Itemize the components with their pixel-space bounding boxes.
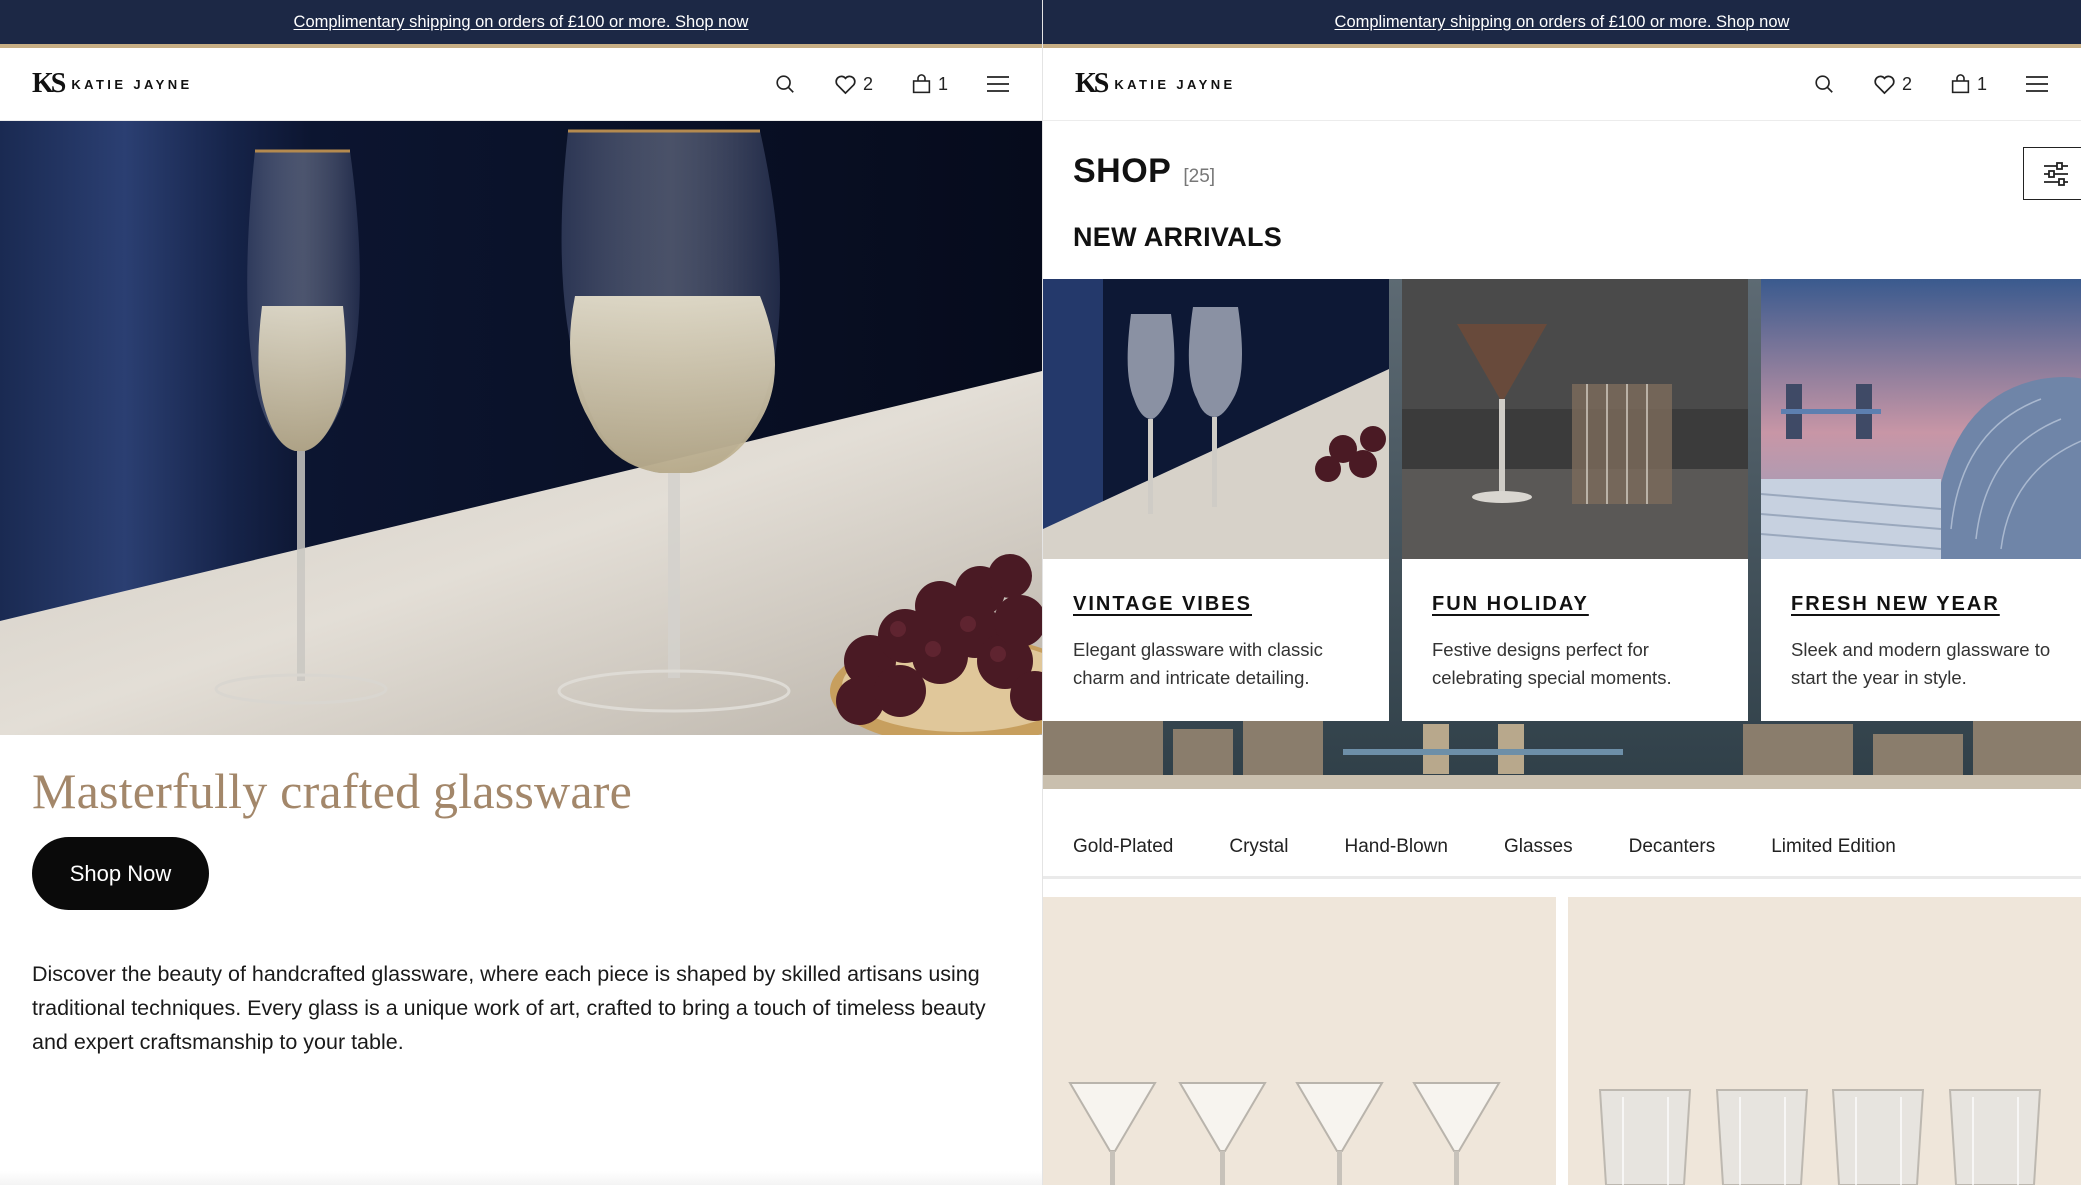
right-screen: Complimentary shipping on orders of £100… xyxy=(1043,0,2081,1185)
hero-image xyxy=(0,121,1042,735)
card-description: Elegant glassware with classic charm and… xyxy=(1073,639,1323,688)
logo-text: KATIE JAYNE xyxy=(1114,76,1236,92)
product-image xyxy=(1568,897,2081,1185)
new-arrivals-carousel[interactable]: VINTAGE VIBES Elegant glassware with cla… xyxy=(1043,279,2081,789)
shop-now-button[interactable]: Shop Now xyxy=(32,837,209,910)
heart-icon xyxy=(1874,75,1895,94)
menu-button[interactable] xyxy=(986,74,1010,94)
cart-button[interactable]: 1 xyxy=(1950,74,1987,95)
card-description: Festive designs perfect for celebrating … xyxy=(1432,639,1672,688)
menu-icon xyxy=(2026,76,2048,92)
card-image xyxy=(1761,279,2081,559)
bottom-fade xyxy=(0,1171,1042,1185)
wishlist-count: 2 xyxy=(862,73,873,94)
logo-mark: KS xyxy=(32,68,66,99)
logo-mark: KS xyxy=(1075,68,1109,99)
new-arrivals-title: NEW ARRIVALS xyxy=(1073,222,1283,252)
card-description: Sleek and modern glassware to start the … xyxy=(1791,639,2051,688)
filter-icon xyxy=(2043,161,2068,186)
promo-bar: Complimentary shipping on orders of £100… xyxy=(1043,0,2081,44)
tab-decanters[interactable]: Decanters xyxy=(1629,836,1716,858)
promo-link[interactable]: Complimentary shipping on orders of £100… xyxy=(1335,13,1790,32)
tab-glasses[interactable]: Glasses xyxy=(1504,836,1573,858)
shop-count: [25] xyxy=(1183,166,1216,187)
wishlist-button[interactable]: 2 xyxy=(834,74,873,95)
product-image xyxy=(1043,897,1556,1185)
site-header: KS KATIE JAYNE 2 1 xyxy=(0,48,1042,121)
product-card-martini-glasses[interactable] xyxy=(1043,897,1556,1185)
header-actions: 2 1 xyxy=(774,73,1010,95)
card-title[interactable]: FUN HOLIDAY xyxy=(1432,593,1718,616)
card-vintage-vibes[interactable]: VINTAGE VIBES Elegant glassware with cla… xyxy=(1043,279,1389,721)
wishlist-count: 2 xyxy=(1901,73,1912,94)
shop-title: SHOP xyxy=(1073,152,1172,190)
product-card-tumblers[interactable] xyxy=(1568,897,2081,1185)
search-icon xyxy=(776,75,794,93)
logo[interactable]: KS KATIE JAYNE xyxy=(1075,70,1236,98)
tab-limited-edition[interactable]: Limited Edition xyxy=(1771,836,1896,858)
promo-link[interactable]: Complimentary shipping on orders of £100… xyxy=(294,13,749,32)
category-tabs: Gold-Plated Crystal Hand-Blown Glasses D… xyxy=(1043,818,2081,879)
cart-button[interactable]: 1 xyxy=(911,74,948,95)
search-button[interactable] xyxy=(1813,73,1835,95)
hero-description: Discover the beauty of handcrafted glass… xyxy=(32,962,986,1054)
promo-bar: Complimentary shipping on orders of £100… xyxy=(0,0,1042,44)
card-fresh-new-year[interactable]: FRESH NEW YEAR Sleek and modern glasswar… xyxy=(1761,279,2081,721)
hero-headline: Masterfully crafted glassware xyxy=(32,763,632,819)
shop-heading: SHOP [25] xyxy=(1073,152,1215,191)
filter-button[interactable] xyxy=(2023,147,2081,200)
heart-icon xyxy=(835,75,856,94)
logo[interactable]: KS KATIE JAYNE xyxy=(32,70,193,98)
search-icon xyxy=(1815,75,1833,93)
tab-hand-blown[interactable]: Hand-Blown xyxy=(1344,836,1448,858)
product-grid xyxy=(1043,897,2081,1185)
cart-count: 1 xyxy=(937,73,948,94)
wishlist-button[interactable]: 2 xyxy=(1873,74,1912,95)
left-screen: Complimentary shipping on orders of £100… xyxy=(0,0,1042,1185)
menu-icon xyxy=(987,76,1009,92)
card-fun-holiday[interactable]: FUN HOLIDAY Festive designs perfect for … xyxy=(1402,279,1748,721)
card-image xyxy=(1043,279,1389,559)
header-actions: 2 1 xyxy=(1813,73,2049,95)
bag-icon xyxy=(912,73,931,93)
search-button[interactable] xyxy=(774,73,796,95)
card-title[interactable]: FRESH NEW YEAR xyxy=(1791,593,2077,616)
cart-count: 1 xyxy=(1976,73,1987,94)
card-image xyxy=(1402,279,1748,559)
tab-gold-plated[interactable]: Gold-Plated xyxy=(1073,836,1173,858)
site-header: KS KATIE JAYNE 2 1 xyxy=(1043,48,2081,121)
logo-text: KATIE JAYNE xyxy=(71,76,193,92)
menu-button[interactable] xyxy=(2025,74,2049,94)
card-title[interactable]: VINTAGE VIBES xyxy=(1073,593,1359,616)
tab-crystal[interactable]: Crystal xyxy=(1229,836,1288,858)
bag-icon xyxy=(1951,73,1970,93)
